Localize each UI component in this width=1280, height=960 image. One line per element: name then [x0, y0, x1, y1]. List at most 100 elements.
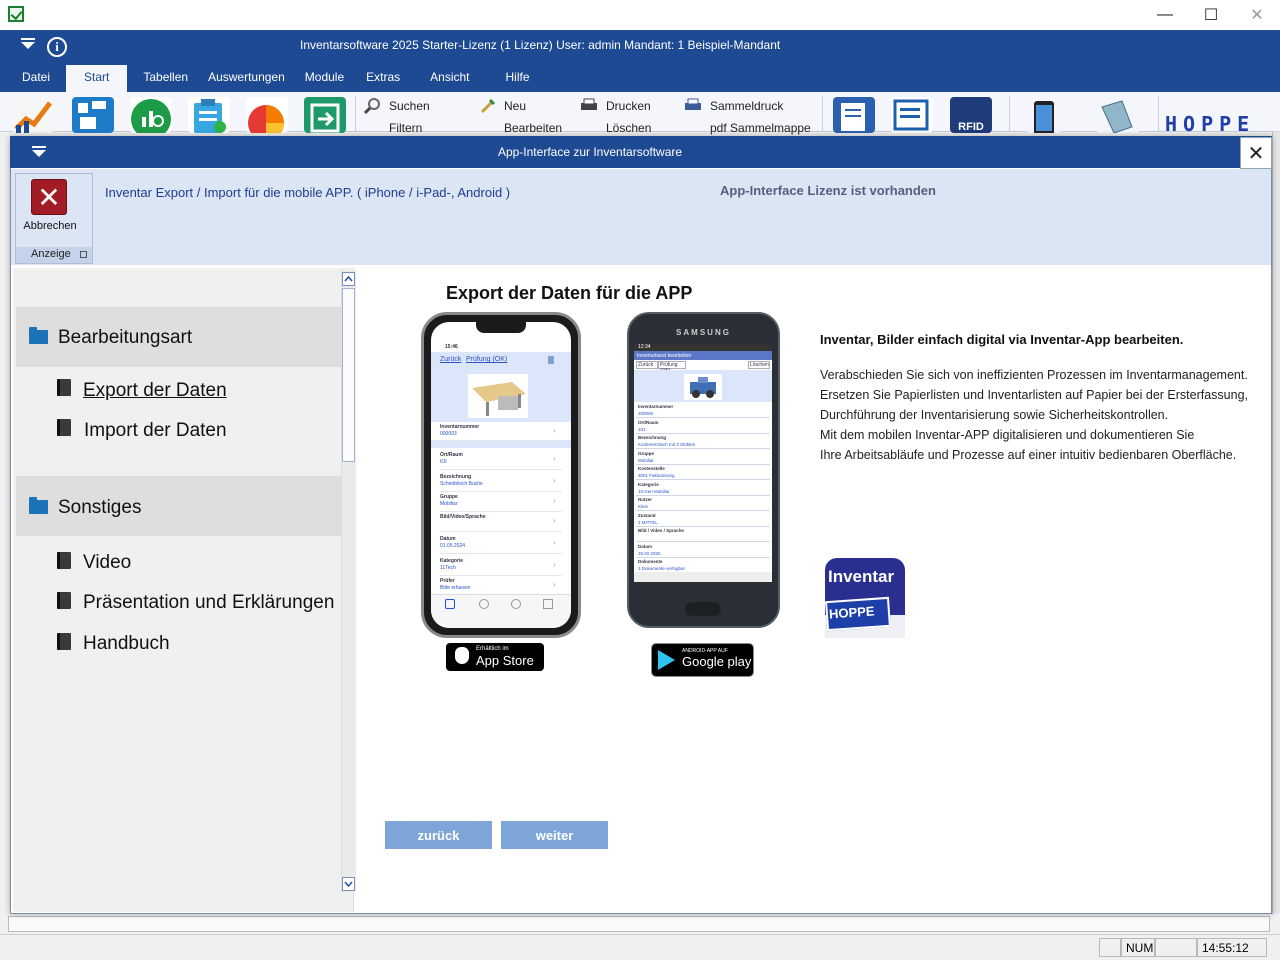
folder-icon [29, 327, 48, 344]
menu-start[interactable]: Start [66, 65, 128, 92]
book-icon [57, 552, 71, 569]
book-icon [57, 633, 71, 650]
samsung-field-row: Bild / Video / Sprache [636, 527, 770, 542]
samsung-field-value: 3001 Fakturierung [638, 473, 675, 478]
iphone-back-link: Zurück [440, 356, 462, 363]
minimize-button[interactable]: — [1142, 0, 1188, 30]
scroll-thumb[interactable] [342, 288, 355, 462]
row-divider [440, 469, 562, 470]
nav-item-handbuch[interactable]: Handbuch [83, 633, 170, 655]
dialog-ribbon [11, 169, 1271, 265]
back-button[interactable]: zurück [385, 821, 492, 849]
iphone-screen: 15:46 Zurück Prüfung (OK) Inventarnummer… [431, 322, 571, 628]
license-note: App-Interface Lizenz ist vorhanden [720, 183, 936, 198]
dialog-close-button[interactable]: ✕ [1240, 137, 1272, 169]
info-icon[interactable]: i [47, 37, 67, 57]
abort-label[interactable]: Abbrechen [17, 220, 83, 232]
samsung-field-row: Kategorie 10.Gen Mobiliar [636, 481, 770, 496]
printer-icon[interactable] [580, 98, 598, 112]
pie-chart-icon[interactable] [246, 97, 288, 141]
maximize-button[interactable]: ☐ [1188, 0, 1234, 30]
google-play-icon [658, 650, 675, 670]
rfid-label: RFID [958, 121, 984, 133]
ribbon-separator [822, 96, 823, 132]
iphone-field-value: Schreibtisch Buche [440, 481, 483, 487]
ribbon-neu[interactable]: Neu [504, 99, 526, 113]
rfid-icon[interactable]: RFID [950, 97, 992, 133]
menu-extras[interactable]: Extras [356, 65, 410, 92]
iphone-field-label: Ort/Raum [440, 452, 463, 458]
search-icon[interactable] [363, 98, 380, 115]
nav-section-label: Sonstiges [58, 497, 142, 518]
ribbon-drucken[interactable]: Drucken [606, 99, 651, 113]
iphone-field-value: Mobiliar [440, 501, 458, 507]
window-close-button[interactable]: ✕ [1234, 0, 1280, 30]
ribbon-filtern[interactable]: Filtern [389, 121, 422, 135]
chart-growth-icon[interactable] [12, 97, 54, 133]
samsung-field-value: Konferenztisch mit 3 Stühlen [638, 442, 696, 447]
book-icon [57, 379, 71, 396]
checklist-icon[interactable] [188, 97, 230, 133]
samsung-screen: 12:34 Inventurbarst bearbeiten Zurück Pr… [634, 344, 772, 582]
ribbon-separator [355, 96, 356, 132]
google-play-text: Google play [682, 654, 752, 669]
menu-datei[interactable]: Datei [12, 65, 60, 92]
grid-tiles-icon[interactable] [72, 97, 114, 133]
chevron-right-icon: › [553, 560, 556, 569]
samsung-back-button: Zurück [636, 361, 658, 369]
nav-item-praesentation[interactable]: Präsentation und Erklärungen [83, 592, 334, 614]
ribbon-sammeldruck[interactable]: Sammeldruck [710, 99, 783, 113]
dialog-launcher-icon[interactable] [80, 251, 87, 258]
info-line: Verabschieden Sie sich von ineffizienten… [820, 368, 1248, 382]
nav-item-export[interactable]: Export der Daten [83, 380, 227, 402]
menu-bar: Datei Start Tabellen Auswertungen Module… [12, 65, 540, 92]
next-button[interactable]: weiter [501, 821, 608, 849]
dialog-title: App-Interface zur Inventarsoftware [497, 145, 683, 159]
analysis-icon[interactable] [130, 97, 172, 139]
batch-print-icon[interactable] [684, 98, 702, 112]
scroll-down-arrow-icon[interactable] [342, 877, 355, 891]
samsung-field-row: Nutzer Klein [636, 496, 770, 511]
menu-module[interactable]: Module [295, 65, 354, 92]
samsung-field-row: Ort/Raum 101 [636, 419, 770, 434]
os-title-bar [0, 0, 1280, 30]
menu-tabellen[interactable]: Tabellen [133, 65, 198, 92]
smartphone-icon[interactable] [1026, 97, 1062, 135]
nav-section-label: Bearbeitungsart [58, 327, 193, 348]
nav-item-video[interactable]: Video [83, 552, 131, 574]
book-icon [57, 592, 71, 609]
abort-x-icon[interactable]: ✕ [31, 179, 67, 215]
new-icon[interactable] [480, 98, 496, 114]
samsung-field-label: Gruppe [638, 450, 655, 456]
status-cell-caps [1099, 938, 1121, 957]
ribbon-suchen[interactable]: Suchen [389, 99, 430, 113]
form-edit-icon[interactable] [833, 97, 875, 133]
content-title: Export der Daten für die APP [446, 283, 693, 303]
samsung-field-row: Kostenstelle 3001 Fakturierung [636, 465, 770, 480]
samsung-field-label: Inventarnummer [638, 404, 674, 409]
quick-access-arrow-icon[interactable] [21, 42, 35, 49]
background-horizontal-scrollbar[interactable] [8, 916, 1270, 932]
ribbon-pdf-sammelmappe[interactable]: pdf Sammelmappe [710, 121, 811, 135]
samsung-field-value: 200006 [638, 411, 654, 416]
samsung-navbar [634, 572, 772, 582]
menu-ansicht[interactable]: Ansicht [420, 65, 479, 92]
iphone-field-row: Ort/Raum IOI › [431, 450, 571, 470]
iphone-field-row: Bezeichnung Schreibtisch Buche › [431, 472, 571, 492]
list-search-icon[interactable] [891, 97, 933, 133]
nav-item-import[interactable]: Import der Daten [84, 420, 227, 442]
scanner-icon[interactable] [1096, 97, 1140, 134]
status-cell-scroll [1155, 938, 1197, 957]
ribbon-bearbeiten[interactable]: Bearbeiten [504, 121, 562, 135]
status-bar [0, 934, 1280, 960]
inventar-logo-card-text: HOPPE [828, 603, 875, 622]
scroll-up-arrow-icon[interactable] [342, 272, 355, 286]
menu-hilfe[interactable]: Hilfe [496, 65, 540, 92]
menu-auswertungen[interactable]: Auswertungen [198, 65, 295, 92]
quick-access-bar-icon[interactable] [21, 38, 35, 40]
ribbon-loeschen[interactable]: Löschen [606, 121, 651, 135]
row-divider [440, 441, 562, 442]
exit-icon[interactable] [304, 97, 346, 133]
iphone-field-row: Inventarnummer 000003 › [431, 422, 571, 442]
app-icon[interactable] [8, 6, 24, 22]
